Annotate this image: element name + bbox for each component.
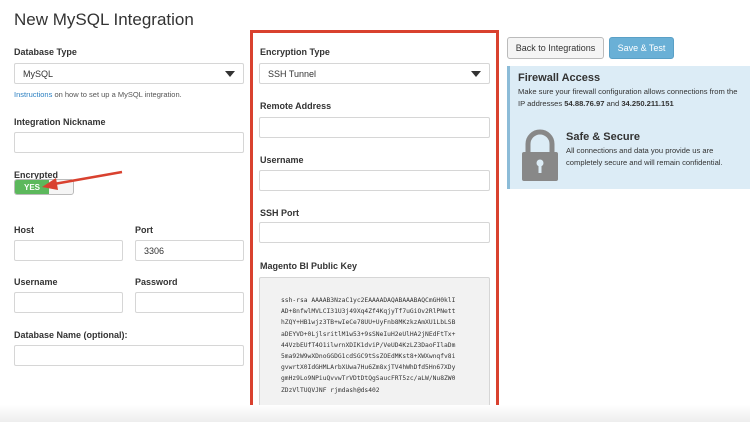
- ssh-port-label: SSH Port: [260, 208, 300, 218]
- instructions-help: Instructions on how to set up a MySQL in…: [14, 90, 182, 99]
- remote-address-label: Remote Address: [260, 101, 332, 111]
- firewall-text-and: and: [604, 98, 622, 108]
- encryption-type-label: Encryption Type: [260, 47, 330, 57]
- encryption-type-value: SSH Tunnel: [268, 68, 317, 79]
- nickname-input[interactable]: [14, 132, 244, 153]
- database-type-label: Database Type: [14, 47, 77, 57]
- username-input[interactable]: [14, 292, 123, 313]
- host-input[interactable]: [14, 240, 123, 261]
- encryption-type-select[interactable]: SSH Tunnel: [259, 63, 490, 84]
- database-type-select[interactable]: MySQL: [14, 63, 244, 84]
- chevron-down-icon: [471, 70, 481, 77]
- instructions-link[interactable]: Instructions: [14, 90, 52, 99]
- public-key-label: Magento BI Public Key: [260, 261, 358, 271]
- database-name-input[interactable]: [14, 345, 244, 366]
- page-title: New MySQL Integration: [14, 10, 194, 29]
- ssh-port-input[interactable]: [259, 222, 490, 243]
- password-label: Password: [135, 277, 178, 287]
- firewall-ip-2: 34.250.211.151: [621, 98, 674, 108]
- lock-icon: [522, 129, 558, 181]
- port-input[interactable]: 3306: [135, 240, 244, 261]
- back-to-integrations-button[interactable]: Back to Integrations: [507, 37, 604, 59]
- chevron-down-icon: [225, 70, 235, 77]
- remote-address-input[interactable]: [259, 117, 490, 138]
- firewall-ip-1: 54.88.76.97: [564, 98, 605, 108]
- database-name-label: Database Name (optional):: [14, 330, 128, 340]
- save-and-test-button[interactable]: Save & Test: [609, 37, 674, 59]
- red-arrow-annotation: [42, 170, 123, 190]
- ssh-username-label: Username: [260, 155, 304, 165]
- secure-title: Safe & Secure: [566, 131, 640, 143]
- bottom-edge: [0, 405, 750, 422]
- secure-text: All connections and data you provide us …: [566, 146, 723, 167]
- username-label: Username: [14, 277, 58, 287]
- public-key-textarea[interactable]: ssh-rsa AAAAB3NzaC1yc2EAAAADAQABAAABAQCm…: [259, 277, 490, 415]
- firewall-title: Firewall Access: [518, 72, 601, 84]
- firewall-text: Make sure your firewall configuration al…: [518, 86, 740, 109]
- nickname-label: Integration Nickname: [14, 117, 106, 127]
- info-panel: Firewall Access Make sure your firewall …: [507, 66, 750, 189]
- port-label: Port: [135, 225, 153, 235]
- host-label: Host: [14, 225, 34, 235]
- instructions-text: on how to set up a MySQL integration.: [52, 90, 182, 99]
- ssh-username-input[interactable]: [259, 170, 490, 191]
- password-input[interactable]: [135, 292, 244, 313]
- database-type-value: MySQL: [23, 68, 54, 79]
